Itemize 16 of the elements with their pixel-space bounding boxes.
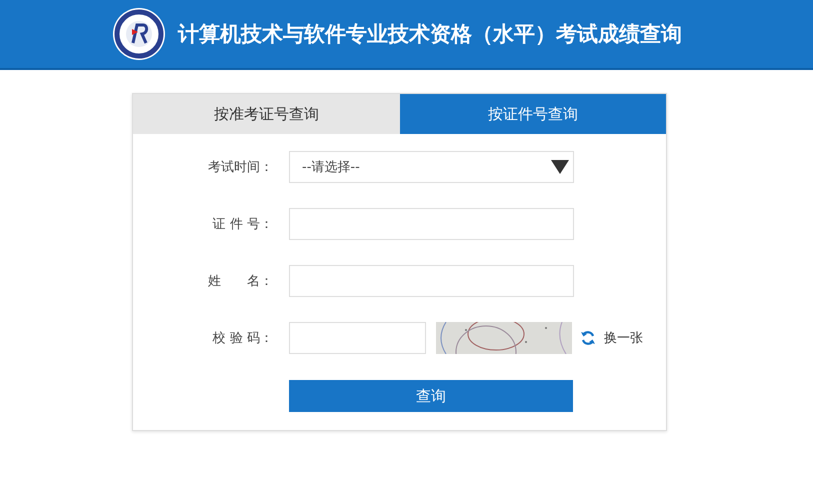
refresh-icon [580, 330, 596, 346]
exam-date-select[interactable]: --请选择-- [289, 151, 574, 183]
tab[interactable]: 按准考证号查询 [133, 94, 400, 134]
page-title: 计算机技术与软件专业技术资格（水平）考试成绩查询 [178, 21, 682, 48]
input-field[interactable] [289, 208, 574, 240]
captcha-field[interactable] [289, 322, 426, 354]
emblem-icon [112, 7, 166, 61]
tab[interactable]: 按证件号查询 [400, 94, 666, 134]
field-label: 校 验 码： [212, 330, 274, 347]
field-label: 证 件 号： [212, 216, 274, 233]
refresh-button[interactable]: 换一张 [580, 329, 643, 347]
field-label: 姓 名： [207, 273, 274, 290]
input-field[interactable] [289, 265, 574, 297]
field-label: 考试时间： [207, 159, 274, 176]
dropdown-arrow-icon [551, 160, 569, 174]
query-button[interactable]: 查询 [289, 380, 573, 412]
